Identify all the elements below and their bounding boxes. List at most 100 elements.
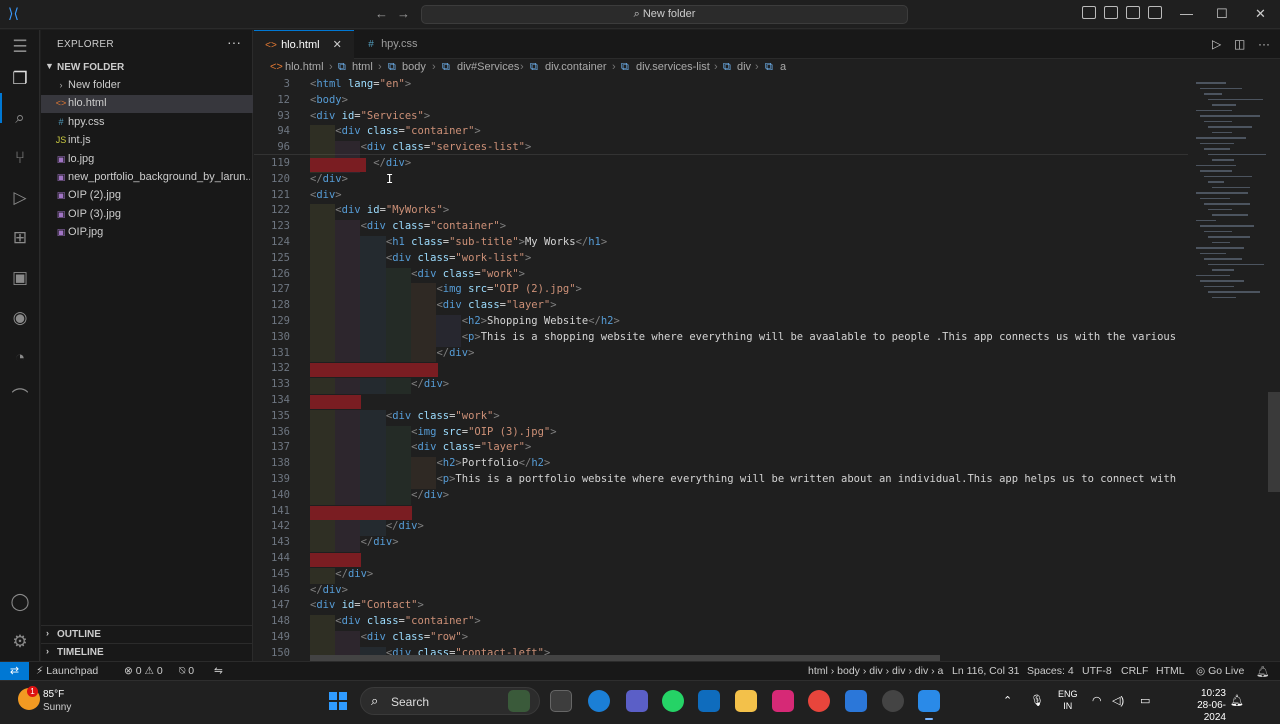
minimap[interactable] bbox=[1188, 76, 1280, 661]
split-editor-icon[interactable]: ◫ bbox=[1234, 37, 1245, 51]
notification-icon[interactable]: 🔔︎ bbox=[1230, 694, 1244, 707]
tab-hpy-css[interactable]: # hpy.css bbox=[354, 30, 444, 59]
file-item-hpy-css[interactable]: # hpy.css bbox=[41, 114, 253, 132]
cursor-position[interactable]: Ln 116, Col 31 bbox=[952, 665, 1020, 677]
code-line[interactable]: 138 <h2>Portfolio</h2> bbox=[254, 457, 1188, 473]
teams-icon[interactable] bbox=[626, 690, 648, 712]
file-item-hlo-html[interactable]: <> hlo.html bbox=[41, 95, 253, 113]
code-line[interactable]: 135 <div class="work"> bbox=[254, 409, 1188, 426]
tab-hlo-html[interactable]: <> hlo.html ✕ bbox=[254, 30, 354, 59]
file-item-lo-jpg[interactable]: ▣ lo.jpg bbox=[41, 151, 253, 169]
instagram-icon[interactable] bbox=[772, 690, 794, 712]
sync-icon[interactable]: ⇋ bbox=[214, 665, 223, 677]
encoding[interactable]: UTF-8 bbox=[1082, 665, 1112, 677]
code-line[interactable]: 125 <div class="work-list"> bbox=[254, 251, 1188, 268]
code-line[interactable]: 12 <body> bbox=[254, 94, 1188, 110]
code-line[interactable]: 147 <div id="Contact"> bbox=[254, 599, 1188, 615]
more-actions-icon[interactable]: ··· bbox=[1258, 37, 1270, 51]
run-icon[interactable]: ▷ bbox=[1212, 37, 1221, 51]
whatsapp-icon[interactable] bbox=[662, 690, 684, 712]
paint-icon[interactable] bbox=[845, 690, 867, 712]
breadcrumb-item[interactable]: div.services-list bbox=[636, 61, 710, 73]
store-icon[interactable] bbox=[698, 690, 720, 712]
microphone-icon[interactable]: 🎙︎ bbox=[1030, 694, 1044, 707]
edge-browser-icon[interactable] bbox=[588, 690, 610, 712]
gitlens-icon[interactable]: ⌒ bbox=[9, 387, 31, 409]
close-window-icon[interactable]: ✕ bbox=[1255, 6, 1266, 22]
code-line[interactable]: 94 <div class="container"> bbox=[254, 125, 1188, 142]
chrome-icon[interactable] bbox=[808, 690, 830, 712]
code-line[interactable]: 122 <div id="MyWorks"> bbox=[254, 204, 1188, 221]
vertical-scrollbar[interactable] bbox=[1268, 392, 1280, 492]
breadcrumb-item[interactable]: hlo.html bbox=[285, 61, 324, 73]
widget-app-icon[interactable] bbox=[508, 690, 530, 712]
breadcrumb-item[interactable]: div.container bbox=[545, 61, 607, 73]
weather-temperature[interactable]: 85°F bbox=[43, 689, 64, 700]
search-view-icon[interactable]: ⌕ bbox=[9, 107, 31, 129]
code-line[interactable]: 142 </div> bbox=[254, 520, 1188, 537]
code-line[interactable]: 126 <div class="work"> bbox=[254, 267, 1188, 284]
task-view-icon[interactable] bbox=[550, 690, 572, 712]
extensions-icon[interactable]: ⊞ bbox=[9, 227, 31, 249]
file-item-oip[interactable]: ▣ OIP.jpg bbox=[41, 224, 253, 242]
file-item-oip-3[interactable]: ▣ OIP (3).jpg bbox=[41, 206, 253, 224]
outline-section[interactable]: › OUTLINE bbox=[41, 625, 253, 643]
github-desktop-icon[interactable] bbox=[882, 690, 904, 712]
breadcrumb-item[interactable]: a bbox=[780, 61, 786, 73]
accounts-icon[interactable]: ◯ bbox=[9, 591, 31, 613]
code-line[interactable]: 128 <div class="layer"> bbox=[254, 299, 1188, 315]
code-line[interactable]: 132 bbox=[254, 362, 1188, 378]
forward-arrow-icon[interactable]: → bbox=[397, 6, 410, 21]
code-line[interactable]: 133 </div> bbox=[254, 378, 1188, 394]
file-explorer-icon[interactable] bbox=[735, 690, 757, 712]
code-line[interactable]: 96 <div class="services-list"> bbox=[254, 141, 1188, 157]
code-line[interactable]: 139 <p>This is a portfolio website where… bbox=[254, 473, 1188, 489]
code-line[interactable]: 131 </div> bbox=[254, 346, 1188, 363]
chevron-up-icon[interactable]: ⌃ bbox=[1003, 694, 1012, 707]
indentation[interactable]: Spaces: 4 bbox=[1027, 665, 1074, 677]
problems-item[interactable]: ⊗ 0 ⚠ 0 bbox=[124, 665, 163, 677]
breadcrumb-item[interactable]: div bbox=[737, 61, 751, 73]
code-line[interactable]: 143 </div> bbox=[254, 536, 1188, 552]
toggle-panel-icon[interactable] bbox=[1104, 6, 1118, 19]
code-line[interactable]: 129 <h2>Shopping Website</h2> bbox=[254, 315, 1188, 331]
code-line[interactable]: 93 <div id="Services"> bbox=[254, 110, 1188, 126]
timeline-section[interactable]: › TIMELINE bbox=[41, 643, 253, 661]
menu-icon[interactable]: ☰ bbox=[9, 36, 31, 58]
notifications-bell-icon[interactable]: 🔔︎ bbox=[1256, 665, 1269, 678]
code-line[interactable]: 145 </div> bbox=[254, 567, 1188, 584]
code-line[interactable]: 127 <img src="OIP (2).jpg"> bbox=[254, 283, 1188, 300]
customize-layout-icon[interactable] bbox=[1148, 6, 1162, 19]
remote-indicator-icon[interactable]: ⇄ bbox=[0, 662, 29, 681]
code-editor[interactable]: 3 <html lang="en"> 12 <body> 93 <div id="Serv… bbox=[254, 76, 1280, 661]
code-line[interactable]: 3 <html lang="en"> bbox=[254, 78, 1188, 94]
breadcrumb-item[interactable]: div#Services bbox=[457, 61, 519, 73]
code-line[interactable]: 148 <div class="container"> bbox=[254, 615, 1188, 631]
windows-start-icon[interactable] bbox=[329, 692, 347, 710]
code-line[interactable]: 144 bbox=[254, 552, 1188, 568]
end-of-line[interactable]: CRLF bbox=[1121, 665, 1148, 677]
code-line[interactable]: 136 <img src="OIP (3).jpg"> bbox=[254, 425, 1188, 442]
code-line[interactable]: 141 bbox=[254, 505, 1188, 521]
code-line[interactable]: 140 </div> bbox=[254, 488, 1188, 505]
file-item-int-js[interactable]: JS int.js bbox=[41, 132, 253, 150]
toggle-sidebar-icon[interactable] bbox=[1082, 6, 1096, 19]
code-line[interactable]: 146 </div> bbox=[254, 584, 1188, 600]
weather-condition[interactable]: Sunny bbox=[43, 702, 71, 713]
go-live-item[interactable]: ◎ Go Live bbox=[1196, 665, 1244, 677]
close-tab-icon[interactable]: ✕ bbox=[333, 31, 342, 60]
minimize-icon[interactable]: — bbox=[1180, 6, 1193, 21]
ports-item[interactable]: ⍉ 0 bbox=[179, 665, 194, 678]
code-line[interactable]: 120 </div> bbox=[254, 173, 1188, 189]
file-item-portfolio-background[interactable]: ▣ new_portfolio_background_by_larun... bbox=[41, 169, 253, 187]
folder-header[interactable]: ▼ NEW FOLDER bbox=[41, 59, 253, 77]
explorer-icon[interactable]: ❐ bbox=[9, 68, 31, 90]
code-line[interactable]: 123 <div class="container"> bbox=[254, 220, 1188, 236]
command-center-search[interactable]: ⌕ New folder bbox=[421, 5, 908, 24]
breadcrumb-item[interactable]: body bbox=[402, 61, 426, 73]
code-line[interactable]: 124 <h1 class="sub-title">My Works</h1> bbox=[254, 236, 1188, 252]
wifi-icon[interactable]: ◠ bbox=[1092, 694, 1102, 707]
run-debug-icon[interactable]: ▷ bbox=[9, 187, 31, 209]
language-mode[interactable]: HTML bbox=[1156, 665, 1185, 677]
code-line[interactable]: 121 <div> bbox=[254, 189, 1188, 205]
